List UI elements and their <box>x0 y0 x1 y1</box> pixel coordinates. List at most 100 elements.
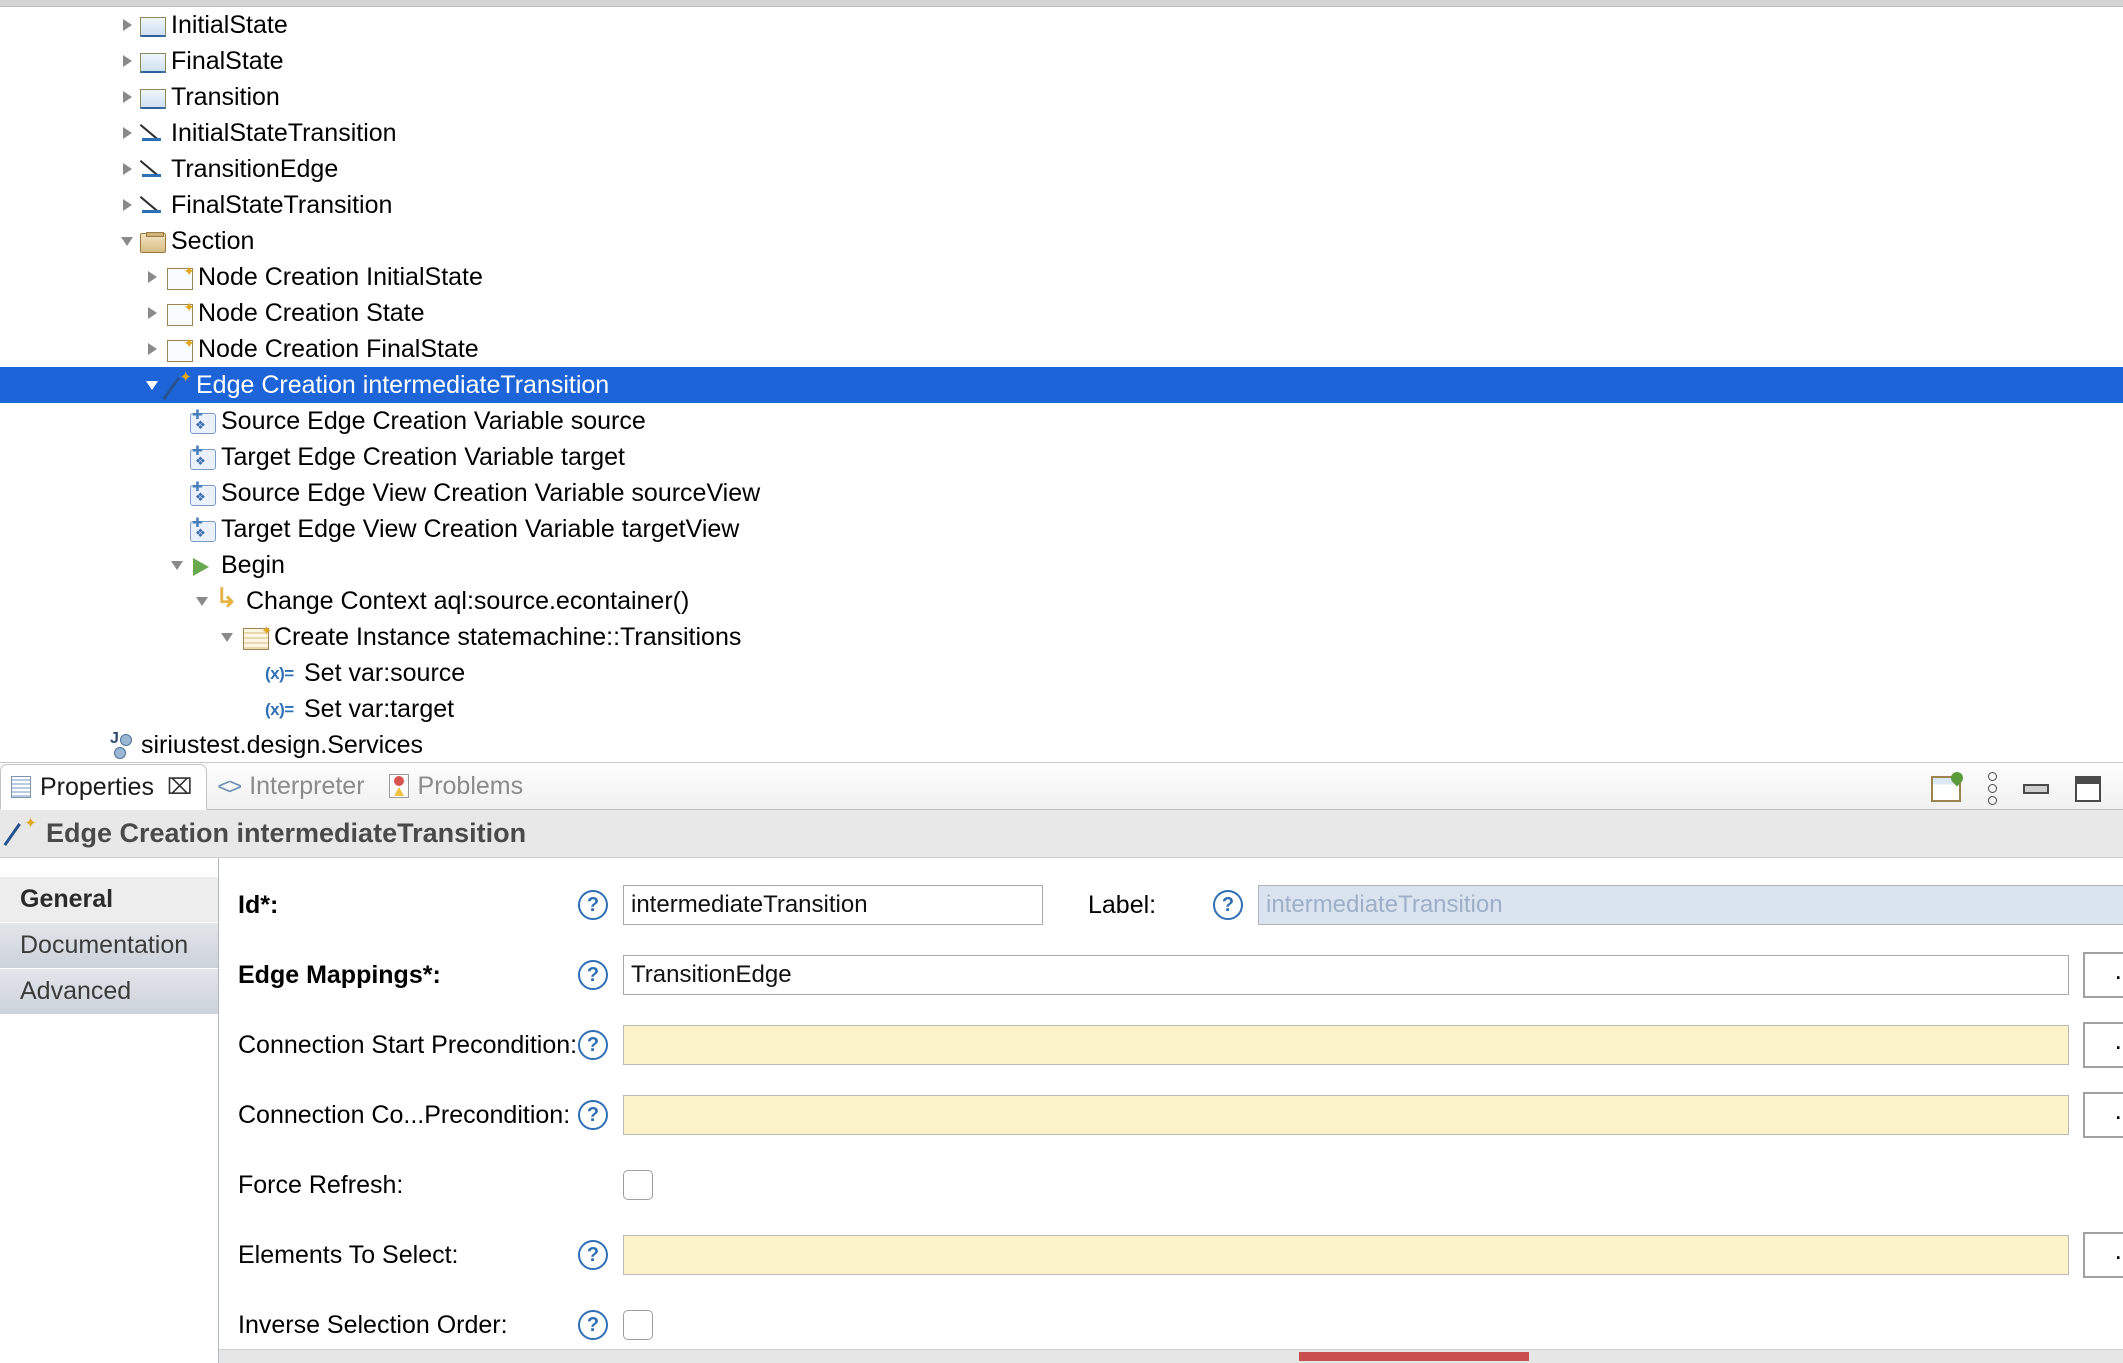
browse-button[interactable]: ... <box>2083 1232 2123 1278</box>
minimize-icon[interactable] <box>2023 783 2049 794</box>
tree-row-label: Transition <box>171 82 280 111</box>
expand-arrow-icon[interactable] <box>143 331 165 367</box>
edge-creation-icon <box>165 370 192 398</box>
checkbox[interactable] <box>623 1170 653 1200</box>
node-mapping-icon <box>140 53 166 73</box>
help-icon[interactable]: ? <box>578 1310 608 1340</box>
expand-arrow-icon[interactable] <box>143 259 165 295</box>
page-title: Edge Creation intermediateTransition <box>46 818 527 848</box>
text-input[interactable]: intermediateTransition <box>1258 885 2123 925</box>
tab-label: Properties <box>40 772 154 801</box>
horizontal-scrollbar[interactable] <box>219 1349 2123 1363</box>
help-icon[interactable]: ? <box>578 1240 608 1270</box>
close-icon[interactable]: ⌧ <box>167 774 192 800</box>
browse-button[interactable]: ... <box>2083 1092 2123 1138</box>
tab-interpreter[interactable]: <> Interpreter <box>207 763 378 809</box>
properties-form: Id*:? intermediateTransition Label:? interm… <box>219 858 2123 1363</box>
help-icon[interactable]: ? <box>578 1030 608 1060</box>
tree-row[interactable]: Source Edge Creation Variable source <box>0 403 2123 439</box>
tree-row[interactable]: Edge Creation intermediateTransition <box>0 367 2123 403</box>
set-value-icon: (x)= <box>265 664 294 683</box>
expand-arrow-icon[interactable] <box>118 151 140 187</box>
expand-arrow-icon[interactable] <box>118 79 140 115</box>
properties-tab-advanced[interactable]: Advanced <box>0 969 218 1015</box>
tree-row[interactable]: FinalState <box>0 43 2123 79</box>
pin-icon[interactable] <box>1931 775 1961 802</box>
tree-row-label: siriustest.design.Services <box>141 730 424 759</box>
tree-row[interactable]: Node Creation InitialState <box>0 259 2123 295</box>
tree-row[interactable]: (x)= Set var:source <box>0 655 2123 691</box>
tree-row[interactable]: Source Edge View Creation Variable sourc… <box>0 475 2123 511</box>
expand-arrow-icon[interactable] <box>118 115 140 151</box>
tree-row-label: Change Context aql:source.econtainer() <box>246 586 690 615</box>
form-row: Edge Mappings*:? TransitionEdge... <box>219 940 2123 1010</box>
text-input[interactable]: intermediateTransition <box>623 885 1043 925</box>
properties-tab-list: General Documentation Advanced <box>0 858 219 1363</box>
tree-row[interactable]: TransitionEdge <box>0 151 2123 187</box>
tree-row[interactable]: InitialStateTransition <box>0 115 2123 151</box>
tree-row[interactable]: (x)= Set var:target <box>0 691 2123 727</box>
help-icon[interactable]: ? <box>578 890 608 920</box>
tree-row[interactable]: Section <box>0 223 2123 259</box>
text-input[interactable]: TransitionEdge <box>623 955 2069 995</box>
tree-row-label: FinalState <box>171 46 284 75</box>
form-row: Id*:? intermediateTransition Label:? interm… <box>219 870 2123 940</box>
begin-icon <box>190 556 216 578</box>
field-label: Edge Mappings*: <box>238 960 441 989</box>
help-icon[interactable]: ? <box>1213 890 1243 920</box>
collapse-arrow-icon[interactable] <box>118 223 140 259</box>
tree-row[interactable]: siriustest.design.Services <box>0 727 2123 762</box>
edge-mapping-icon <box>140 122 166 146</box>
collapse-arrow-icon[interactable] <box>218 619 240 655</box>
change-context-icon <box>215 585 241 614</box>
tab-problems[interactable]: Problems <box>379 763 538 809</box>
help-icon[interactable]: ? <box>578 960 608 990</box>
tree-row[interactable]: Change Context aql:source.econtainer() <box>0 583 2123 619</box>
tree-row-label: Node Creation InitialState <box>198 262 483 291</box>
form-row: Force Refresh:? <box>219 1150 2123 1220</box>
view-menu-icon[interactable] <box>1987 772 1997 805</box>
variable-icon <box>190 516 216 542</box>
tree-row[interactable]: Target Edge View Creation Variable targe… <box>0 511 2123 547</box>
set-value-icon: (x)= <box>265 700 294 719</box>
expand-arrow-icon[interactable] <box>118 43 140 79</box>
tree-row[interactable]: Target Edge Creation Variable target <box>0 439 2123 475</box>
checkbox[interactable] <box>623 1310 653 1340</box>
tab-properties[interactable]: Properties ⌧ <box>0 764 208 810</box>
tree-row-label: InitialState <box>171 10 288 39</box>
tree-row[interactable]: InitialState <box>0 7 2123 43</box>
tree-row-label: Set var:target <box>304 694 455 723</box>
text-input[interactable] <box>623 1235 2069 1275</box>
expand-arrow-icon[interactable] <box>143 295 165 331</box>
variable-icon <box>190 480 216 506</box>
edge-mapping-icon <box>140 158 166 182</box>
browse-button[interactable]: ... <box>2083 952 2123 998</box>
properties-body: General Documentation Advanced Id*:? interm… <box>0 858 2123 1363</box>
properties-tab-general[interactable]: General <box>0 877 218 923</box>
collapse-arrow-icon[interactable] <box>193 583 215 619</box>
variable-icon <box>190 444 216 470</box>
expand-arrow-icon[interactable] <box>118 187 140 223</box>
model-explorer-tree[interactable]: InitialState FinalState Transition InitialS… <box>0 7 2123 762</box>
section-icon <box>140 232 166 253</box>
tree-row[interactable]: FinalStateTransition <box>0 187 2123 223</box>
tree-row[interactable]: Begin <box>0 547 2123 583</box>
tree-row[interactable]: Node Creation State <box>0 295 2123 331</box>
tree-row-label: TransitionEdge <box>171 154 339 183</box>
text-input[interactable] <box>623 1095 2069 1135</box>
expand-arrow-icon[interactable] <box>118 7 140 43</box>
help-icon[interactable]: ? <box>578 1100 608 1130</box>
tree-row[interactable]: Create Instance statemachine::Transition… <box>0 619 2123 655</box>
tree-row[interactable]: Node Creation FinalState <box>0 331 2123 367</box>
form-row: Elements To Select:?... <box>219 1220 2123 1290</box>
tree-row[interactable]: Transition <box>0 79 2123 115</box>
browse-button[interactable]: ... <box>2083 1022 2123 1068</box>
maximize-icon[interactable] <box>2075 775 2101 802</box>
properties-tab-documentation[interactable]: Documentation <box>0 923 218 969</box>
text-input[interactable] <box>623 1025 2069 1065</box>
collapse-arrow-icon[interactable] <box>168 547 190 583</box>
view-toolbar <box>1931 772 2123 809</box>
